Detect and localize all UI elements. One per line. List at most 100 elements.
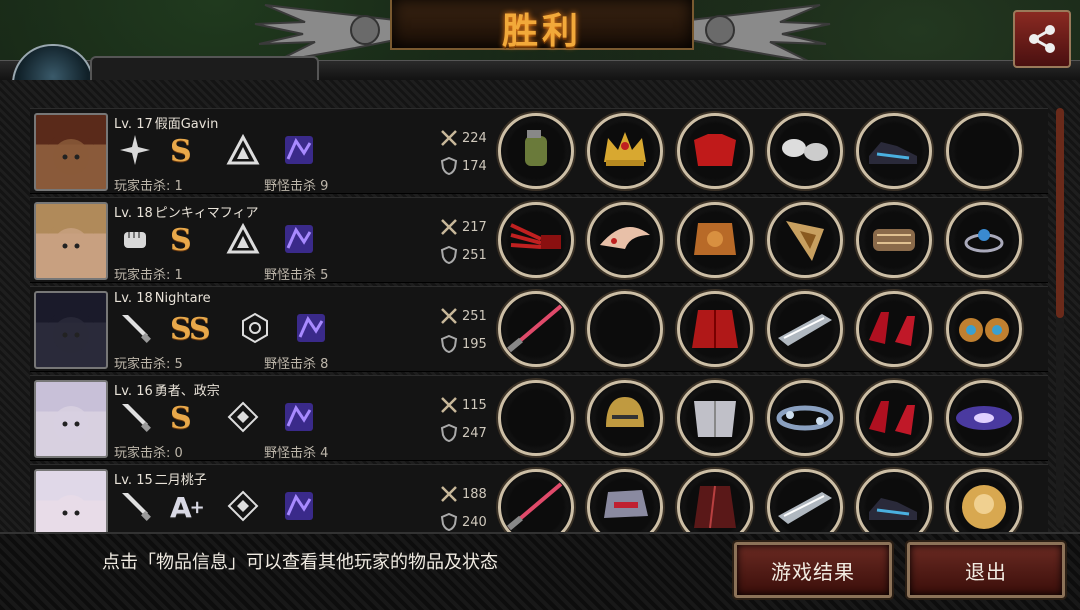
item-slot[interactable]	[677, 469, 753, 532]
exit-button[interactable]: 退出	[907, 542, 1065, 598]
rank-emblem	[226, 489, 260, 523]
player-list[interactable]: Lv. 17 假面Gavin S 玩家击杀: 1 野怪击杀 9 224 174 Lv. 18 ピ…	[30, 108, 1048, 532]
item-slot[interactable]	[767, 202, 843, 278]
defense-stat: 247	[440, 424, 487, 442]
attack-value: 251	[462, 308, 487, 324]
item-slot[interactable]	[587, 202, 663, 278]
fist-icon	[124, 232, 146, 248]
share-button[interactable]	[1013, 10, 1071, 68]
item-slot[interactable]	[587, 469, 663, 532]
cube-item-icon	[285, 225, 313, 253]
item-slot[interactable]	[498, 469, 574, 532]
player-row[interactable]: Lv. 15二月桃子A+玩家击杀野怪击杀188240	[30, 464, 1048, 532]
player-kills: 玩家击杀: 1	[114, 268, 183, 283]
empty-item-slot[interactable]	[587, 291, 663, 367]
title-banner: 胜利	[390, 0, 694, 52]
item-slot[interactable]	[767, 291, 843, 367]
attack-stat: 224	[440, 129, 487, 147]
item-slot[interactable]	[498, 202, 574, 278]
defense-icon	[440, 513, 458, 531]
item-slot[interactable]	[856, 113, 932, 189]
player-name: 假面Gavin	[154, 117, 219, 132]
monster-kills: 野怪击杀 4	[264, 446, 329, 461]
portrait-badge-icon	[962, 485, 1006, 529]
rank-grade: S	[170, 400, 192, 436]
item-slot[interactable]	[677, 380, 753, 456]
high-heels-icon	[869, 312, 915, 346]
player-level: Lv. 17	[114, 117, 153, 132]
attack-stat: 217	[440, 218, 487, 236]
ring-icon	[964, 229, 1004, 253]
empty-slot	[501, 383, 571, 453]
attack-value: 224	[462, 130, 487, 146]
player-kills: 玩家击杀: 0	[114, 446, 183, 461]
item-slot[interactable]	[767, 113, 843, 189]
avatar[interactable]	[34, 380, 108, 458]
weapon-skill	[118, 489, 152, 523]
player-kills: 玩家击杀: 5	[114, 357, 183, 372]
item-slot[interactable]	[498, 291, 574, 367]
attack-value: 115	[462, 397, 487, 413]
item-slot[interactable]	[946, 380, 1022, 456]
blade-icon	[507, 482, 563, 531]
knife-icon	[122, 493, 151, 521]
rank-emblem	[226, 133, 260, 167]
item-slot[interactable]	[946, 291, 1022, 367]
rank-emblem	[226, 222, 260, 256]
player-row[interactable]: Lv. 18 Nightare SS 玩家击杀: 5 野怪击杀 8 251 195	[30, 286, 1048, 372]
item-slot[interactable]	[677, 113, 753, 189]
avatar[interactable]	[34, 113, 108, 191]
triangle-rank-icon	[226, 222, 260, 254]
player-row[interactable]: Lv. 17 假面Gavin S 玩家击杀: 1 野怪击杀 9 224 174	[30, 108, 1048, 194]
empty-item-slot[interactable]	[498, 380, 574, 456]
blade-icon	[507, 304, 563, 353]
attack-icon	[441, 486, 457, 502]
earrings-icon	[959, 318, 1009, 342]
scrollbar-thumb[interactable]	[1056, 108, 1064, 318]
monster-kills: 野怪击杀 5	[264, 268, 329, 283]
sneakers-icon	[869, 142, 917, 164]
player-level-name: Lv. 16 勇者、政宗	[114, 380, 220, 399]
item-slot[interactable]	[677, 291, 753, 367]
defense-stat: 195	[440, 335, 487, 353]
item-slot[interactable]	[587, 113, 663, 189]
weapon-skill	[118, 311, 152, 345]
item-slot[interactable]	[946, 469, 1022, 532]
item-slot[interactable]	[856, 291, 932, 367]
player-level: Lv. 16	[114, 384, 153, 399]
cloak-icon	[694, 485, 736, 529]
red-jacket-icon	[692, 310, 738, 348]
empty-item-slot[interactable]	[946, 113, 1022, 189]
avatar[interactable]	[34, 202, 108, 280]
empty-slot	[949, 116, 1019, 186]
bracelet-icon	[776, 405, 834, 431]
item-slot[interactable]	[856, 469, 932, 532]
item-slot[interactable]	[587, 380, 663, 456]
attack-stat: 115	[440, 396, 487, 414]
player-row[interactable]: Lv. 18 ピンキィマフィア S 玩家击杀: 1 野怪击杀 5 217 251	[30, 197, 1048, 283]
avatar[interactable]	[34, 291, 108, 369]
defense-icon	[440, 424, 458, 442]
item-slot[interactable]	[856, 202, 932, 278]
cube-item-icon	[297, 314, 325, 342]
item-slot[interactable]	[856, 380, 932, 456]
player-level: Lv. 15	[114, 473, 153, 488]
player-level-name: Lv. 18 Nightare	[114, 291, 211, 306]
defense-stat: 174	[440, 157, 487, 175]
avatar[interactable]	[34, 469, 108, 532]
item-slot[interactable]	[767, 469, 843, 532]
scrollbar[interactable]	[1056, 108, 1064, 528]
item-slot[interactable]	[767, 380, 843, 456]
item-slot[interactable]	[946, 202, 1022, 278]
rank-emblem	[226, 400, 260, 434]
wing-crown-icon	[600, 227, 650, 249]
game-result-button[interactable]: 游戏结果	[734, 542, 892, 598]
player-row[interactable]: Lv. 16 勇者、政宗 S 玩家击杀: 0 野怪击杀 4 115 247	[30, 375, 1048, 461]
knife-icon	[122, 315, 151, 343]
mech-helmet-icon	[604, 490, 648, 518]
defense-value: 174	[462, 158, 487, 174]
item-slot[interactable]	[677, 202, 753, 278]
shuriken-icon	[120, 135, 150, 165]
item-slot[interactable]	[498, 113, 574, 189]
monster-kills: 野怪击杀 9	[264, 179, 329, 194]
